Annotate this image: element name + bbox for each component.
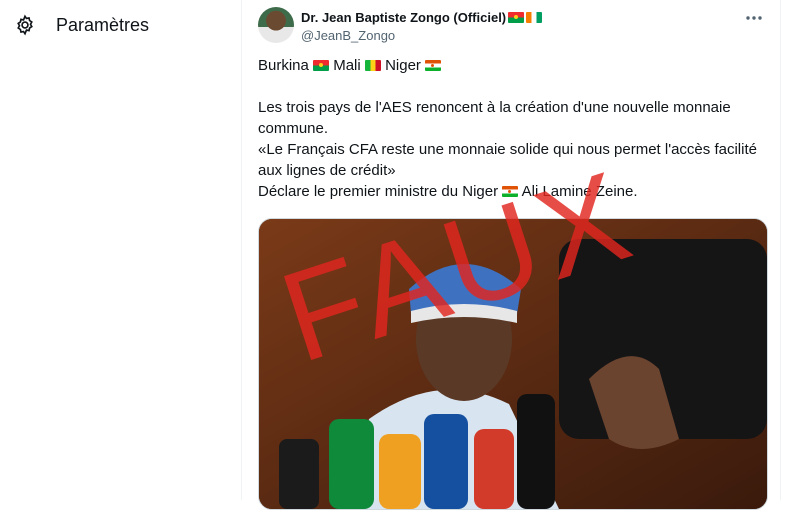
tweet-line-1: Les trois pays de l'AES renoncent à la c…: [258, 99, 731, 137]
cote-divoire-flag-icon: [526, 12, 543, 23]
avatar[interactable]: [258, 7, 294, 43]
press-conference-photo: [259, 219, 767, 509]
tweet-photo[interactable]: [258, 218, 768, 510]
settings-label: Paramètres: [56, 14, 150, 35]
burkina-faso-flag-icon: [508, 12, 525, 23]
niger-flag-icon: [502, 186, 519, 197]
country-burkina: Burkina: [258, 57, 309, 74]
tweet-quote: «Le Français CFA reste une monnaie solid…: [258, 141, 757, 179]
countries-line: Burkina Mali Niger: [258, 55, 768, 76]
declare-prefix: Déclare le premier ministre du Niger: [258, 183, 499, 200]
author-name: Dr. Jean Baptiste Zongo (Officiel): [301, 10, 507, 25]
author-name-row[interactable]: Dr. Jean Baptiste Zongo (Officiel): [301, 10, 543, 25]
tweet-text: Burkina Mali Niger Les trois pays de l'A…: [258, 55, 768, 202]
settings-nav-item[interactable]: Paramètres: [14, 12, 149, 38]
tweet-declare-line: Déclare le premier ministre du Niger Ali…: [258, 181, 768, 202]
mali-flag-icon: [364, 60, 381, 71]
author-handle[interactable]: @JeanB_Zongo: [301, 28, 395, 43]
declare-suffix: Ali Lamine Zeine.: [521, 183, 638, 200]
tweet-column: Dr. Jean Baptiste Zongo (Officiel) @Jean…: [241, 0, 781, 510]
country-niger: Niger: [385, 57, 421, 74]
gear-icon: [14, 14, 36, 36]
burkina-faso-flag-icon: [313, 60, 330, 71]
more-icon: [746, 16, 762, 20]
more-options-button[interactable]: [744, 8, 764, 28]
niger-flag-icon: [425, 60, 442, 71]
country-mali: Mali: [333, 57, 361, 74]
